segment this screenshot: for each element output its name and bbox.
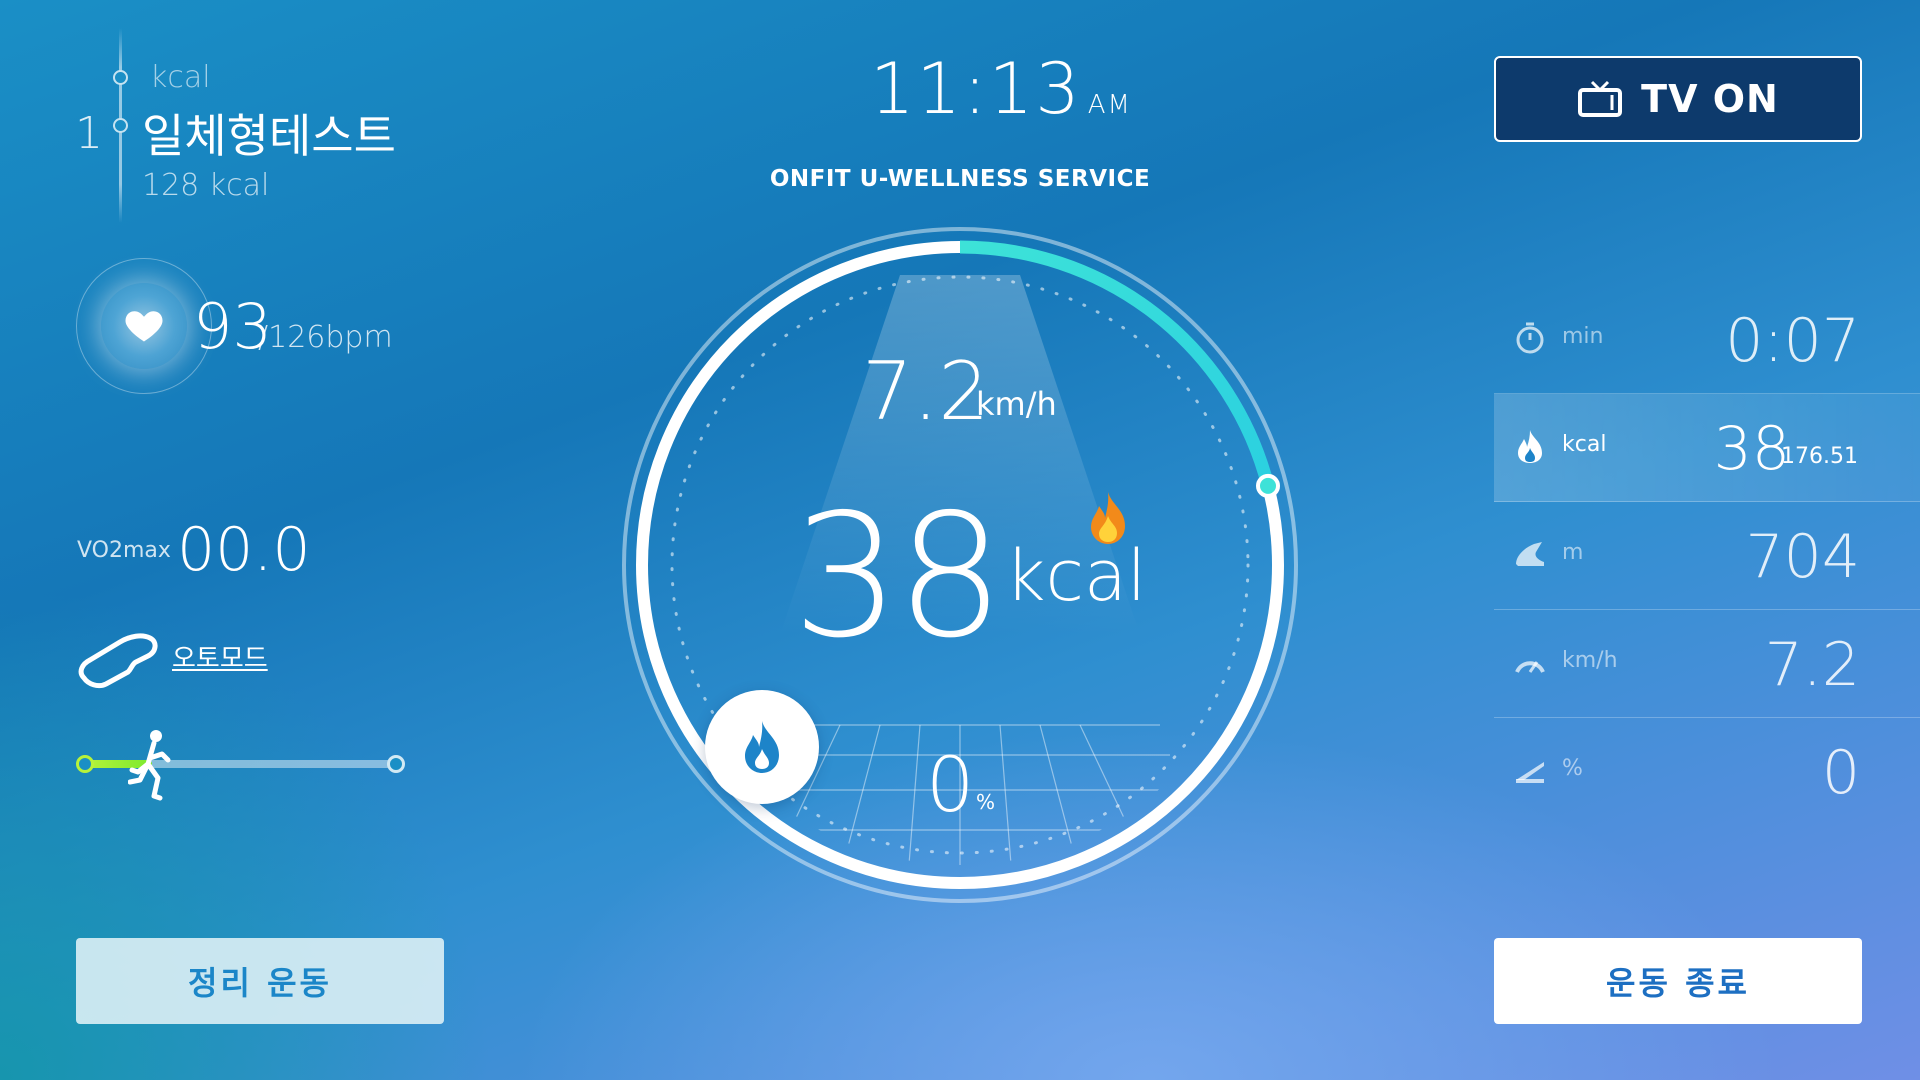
gauge-incline-unit: % [976,790,996,814]
clock-ampm: AM [1087,90,1132,120]
gauge-progress-knob [1256,473,1280,498]
gauge-kcal-unit: kcal [1005,535,1147,617]
flame-icon [745,721,779,773]
stat-value: 0 [1821,738,1860,808]
stat-row-kcal[interactable]: kcal 38 176.51 [1494,394,1920,502]
stat-row-distance[interactable]: m 704 [1494,502,1920,610]
stat-row-time[interactable]: min 0:07 [1494,286,1920,394]
heart-rate-max: /126bpm [258,320,393,355]
track-loop-icon[interactable] [76,628,160,690]
workout-progress-start [76,755,94,773]
runner-icon [128,730,171,801]
end-workout-button[interactable]: 운동 종료 [1494,938,1862,1024]
tv-icon [1578,80,1623,117]
tv-on-button[interactable]: TV ON [1494,56,1862,142]
flame-icon [1091,492,1125,544]
workout-progress-end [387,755,405,773]
flame-icon [1518,430,1542,463]
timeline-dot-current [113,118,128,133]
tv-on-label: TV ON [1641,77,1779,121]
stat-value: 0:07 [1725,306,1860,376]
cooldown-button[interactable]: 정리 운동 [76,938,444,1024]
program-title[interactable]: 일체형테스트 [142,100,396,166]
brand-title: ONFIT U-WELLNESS SERVICE [769,166,1151,192]
stat-row-speed[interactable]: km/h 7.2 [1494,610,1920,718]
calorie-mode-button[interactable] [705,690,819,804]
shoe-icon [1516,542,1544,566]
stat-unit: min [1562,324,1604,349]
heart-icon [125,311,163,342]
gauge-incline-value: 0 [926,740,975,829]
auto-mode-link[interactable]: 오토모드 [172,638,268,675]
stat-subvalue: 176.51 [1781,444,1858,469]
stat-unit: % [1562,756,1583,781]
stat-value: 38 [1713,414,1790,484]
timeline-dot [113,70,128,85]
stat-value: 704 [1745,522,1860,592]
gauge-speed-value: 7.2 [862,345,990,438]
stopwatch-icon [1516,322,1544,354]
stat-unit: m [1562,540,1584,565]
gauge-speed-unit: km/h [976,385,1057,423]
gauge-kcal-value: 38 [792,478,1004,676]
program-index: 1 [75,108,103,159]
clock-time: 11:13 [870,48,1082,130]
stat-value: 7.2 [1764,630,1860,700]
program-kcal: 128 kcal [142,168,270,203]
stats-panel: min 0:07 kcal 38 176.51 m 704 km/h 7.2 %… [1494,286,1920,825]
speedometer-icon [1515,661,1545,673]
clock: 11:13 AM [870,48,1132,130]
stat-unit: kcal [1562,432,1607,457]
stat-unit: km/h [1562,648,1618,673]
stat-row-incline[interactable]: % 0 [1494,718,1920,825]
vo2max-label: VO2max [77,538,171,563]
vo2max-value: 00.0 [177,515,311,585]
incline-icon [1516,762,1544,783]
program-previous-label: kcal [150,60,211,95]
